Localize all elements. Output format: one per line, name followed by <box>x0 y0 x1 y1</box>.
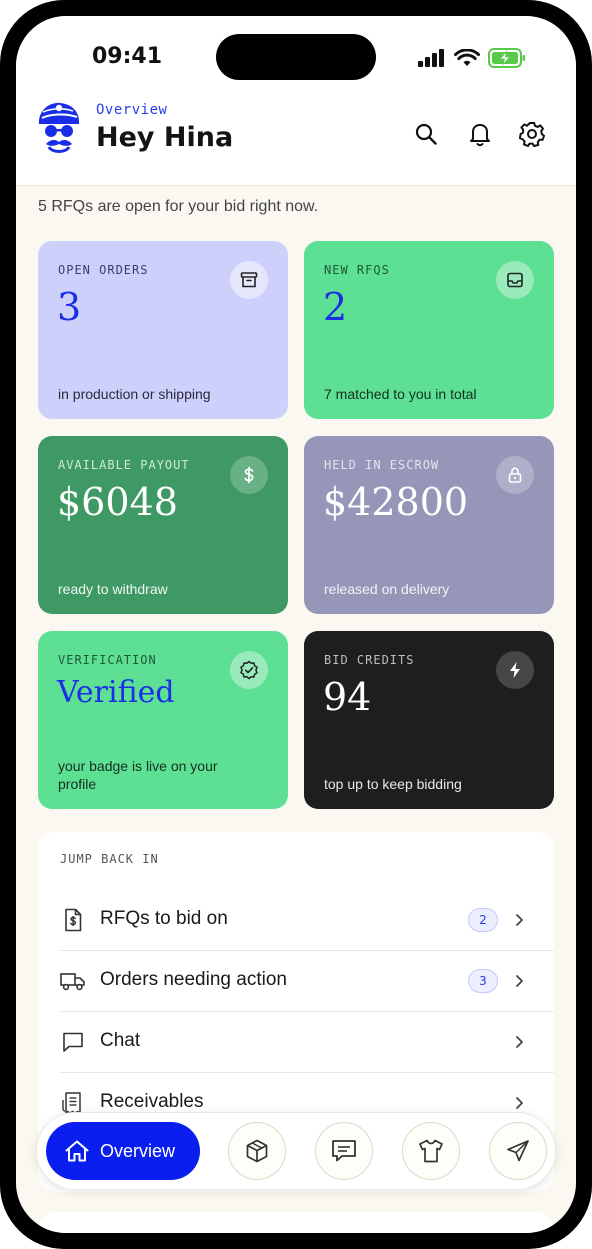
gear-icon <box>519 122 545 147</box>
card-label: HELD IN ESCROW <box>324 458 440 472</box>
chevron-right-icon <box>516 975 523 987</box>
intro-text: 5 RFQs are open for your bid right now. <box>38 198 319 215</box>
row-icon-wrap <box>60 1029 86 1055</box>
list-item-label: Receivables <box>100 1091 204 1112</box>
battery-charging-icon <box>488 48 525 68</box>
card-icon-wrap <box>230 651 268 689</box>
held-in-escrow-card[interactable]: HELD IN ESCROW $42800 released on delive… <box>304 436 554 614</box>
card-value: 2 <box>323 285 348 329</box>
app-header: Overview Hey Hina <box>16 102 576 186</box>
truck-icon <box>60 973 85 991</box>
card-icon-wrap <box>496 456 534 494</box>
list-item-label: Chat <box>100 1030 141 1051</box>
search-icon <box>415 123 437 145</box>
card-subtitle: released on delivery <box>324 581 450 597</box>
card-subtitle: in production or shipping <box>58 386 211 402</box>
card-value: $42800 <box>323 480 469 524</box>
page-title: Hey Hina <box>96 122 234 153</box>
bid-credits-card[interactable]: BID CREDITS 94 top up to keep bidding <box>304 631 554 809</box>
nav-orders-button[interactable] <box>228 1122 286 1180</box>
card-icon-wrap <box>230 261 268 299</box>
row-icon-wrap <box>60 968 86 994</box>
card-subtitle: ready to withdraw <box>58 581 168 597</box>
notifications-button[interactable] <box>460 114 500 154</box>
page-overline: Overview <box>96 102 168 118</box>
open-orders-card[interactable]: OPEN ORDERS 3 in production or shipping <box>38 241 288 419</box>
chevron-right-icon <box>516 1036 523 1048</box>
phone-frame: 09:41 Overview Hey Hina 5 RFQs are open … <box>0 0 592 1249</box>
card-label: VERIFICATION <box>58 653 157 667</box>
nav-send-button[interactable] <box>489 1122 547 1180</box>
card-value: $6048 <box>57 480 178 524</box>
bell-icon <box>470 124 490 147</box>
card-label: BID CREDITS <box>324 653 415 667</box>
archive-icon <box>240 272 258 288</box>
chevron-right-icon <box>516 1097 523 1109</box>
count-badge: 3 <box>468 969 498 993</box>
card-subtitle: top up to keep bidding <box>324 776 462 792</box>
card-value: 3 <box>57 285 82 329</box>
list-item-label: RFQs to bid on <box>100 908 228 929</box>
inbox-icon <box>507 272 523 288</box>
nav-overview-button[interactable]: Overview <box>46 1122 200 1180</box>
nav-active-label: Overview <box>100 1140 176 1161</box>
count-badge: 2 <box>468 908 498 932</box>
verified-badge-icon <box>240 660 258 680</box>
tshirt-icon <box>419 1139 443 1163</box>
next-section-panel <box>38 1212 554 1233</box>
chat-icon <box>63 1032 83 1052</box>
list-item-label: Orders needing action <box>100 969 287 990</box>
new-rfqs-card[interactable]: NEW RFQS 2 7 matched to you in total <box>304 241 554 419</box>
card-icon-wrap <box>496 261 534 299</box>
nav-catalog-button[interactable] <box>402 1122 460 1180</box>
avatar[interactable] <box>36 102 82 154</box>
status-time: 09:41 <box>92 44 163 69</box>
card-icon-wrap <box>230 456 268 494</box>
send-icon <box>507 1140 529 1162</box>
section-title: JUMP BACK IN <box>60 852 159 866</box>
chevron-right-icon <box>516 914 523 926</box>
settings-button[interactable] <box>512 114 552 154</box>
card-label: NEW RFQS <box>324 263 390 277</box>
dynamic-island <box>216 34 376 80</box>
lock-icon <box>508 467 522 483</box>
status-bar: 09:41 <box>16 16 576 102</box>
dollar-icon <box>244 466 254 484</box>
invoice-dollar-icon <box>65 908 82 932</box>
list-item-rfqs[interactable]: RFQs to bid on 2 <box>60 890 554 951</box>
lightning-icon <box>510 662 520 678</box>
message-icon <box>332 1140 356 1162</box>
card-subtitle: 7 matched to you in total <box>324 386 477 402</box>
nav-messages-button[interactable] <box>315 1122 373 1180</box>
home-icon <box>65 1140 89 1162</box>
available-payout-card[interactable]: AVAILABLE PAYOUT $6048 ready to withdraw <box>38 436 288 614</box>
bottom-nav: Overview <box>36 1112 556 1190</box>
package-icon <box>246 1139 268 1163</box>
search-button[interactable] <box>406 114 446 154</box>
card-value: Verified <box>57 675 175 710</box>
card-label: AVAILABLE PAYOUT <box>58 458 190 472</box>
row-icon-wrap <box>60 907 86 933</box>
list-item-orders[interactable]: Orders needing action 3 <box>60 951 554 1012</box>
card-value: 94 <box>323 675 372 719</box>
card-subtitle: your badge is live on your profile <box>58 758 218 792</box>
status-icons <box>418 48 526 68</box>
cellular-signal-icon <box>418 49 444 67</box>
app-screen: 09:41 Overview Hey Hina 5 RFQs are open … <box>16 16 576 1233</box>
verification-card[interactable]: VERIFICATION Verified your badge is live… <box>38 631 288 809</box>
card-label: OPEN ORDERS <box>58 263 149 277</box>
wifi-icon <box>454 48 480 66</box>
list-item-chat[interactable]: Chat <box>60 1012 554 1073</box>
card-icon-wrap <box>496 651 534 689</box>
